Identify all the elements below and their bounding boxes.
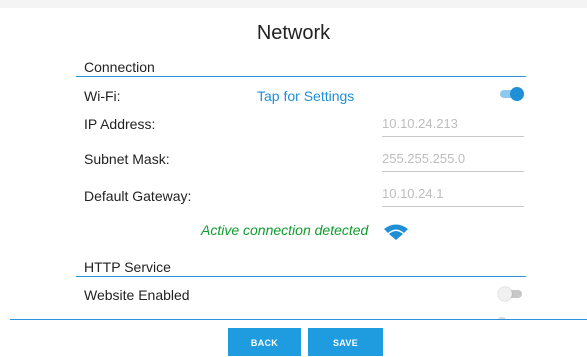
website-enabled-toggle[interactable]	[498, 287, 524, 301]
http-service-section-title: HTTP Service	[84, 259, 171, 275]
footer-divider	[10, 319, 587, 320]
wifi-toggle[interactable]	[498, 87, 524, 101]
connection-section-title: Connection	[84, 59, 155, 75]
back-button[interactable]: BACK	[228, 328, 301, 356]
website-enabled-label: Website Enabled	[84, 287, 190, 303]
save-button[interactable]: SAVE	[308, 328, 383, 356]
connection-section-divider	[76, 76, 526, 77]
ip-address-field[interactable]: 10.10.24.213	[382, 112, 524, 137]
page-title: Network	[256, 22, 331, 44]
top-strip	[0, 0, 587, 8]
network-settings-panel: Network Connection Wi-Fi: Tap for Settin…	[0, 0, 587, 356]
wifi-toggle-knob	[510, 87, 524, 101]
ip-address-label: IP Address:	[84, 116, 156, 132]
connection-status-text: Active connection detected	[201, 222, 369, 238]
subnet-mask-label: Subnet Mask:	[84, 151, 170, 167]
website-toggle-knob	[498, 287, 512, 301]
wifi-icon	[384, 224, 408, 240]
wifi-settings-link[interactable]: Tap for Settings	[257, 88, 354, 104]
subnet-mask-field[interactable]: 255.255.255.0	[382, 147, 524, 172]
default-gateway-field[interactable]: 10.10.24.1	[382, 182, 524, 207]
default-gateway-label: Default Gateway:	[84, 188, 192, 204]
wifi-label: Wi-Fi:	[84, 88, 121, 104]
http-service-section-divider	[76, 276, 526, 277]
